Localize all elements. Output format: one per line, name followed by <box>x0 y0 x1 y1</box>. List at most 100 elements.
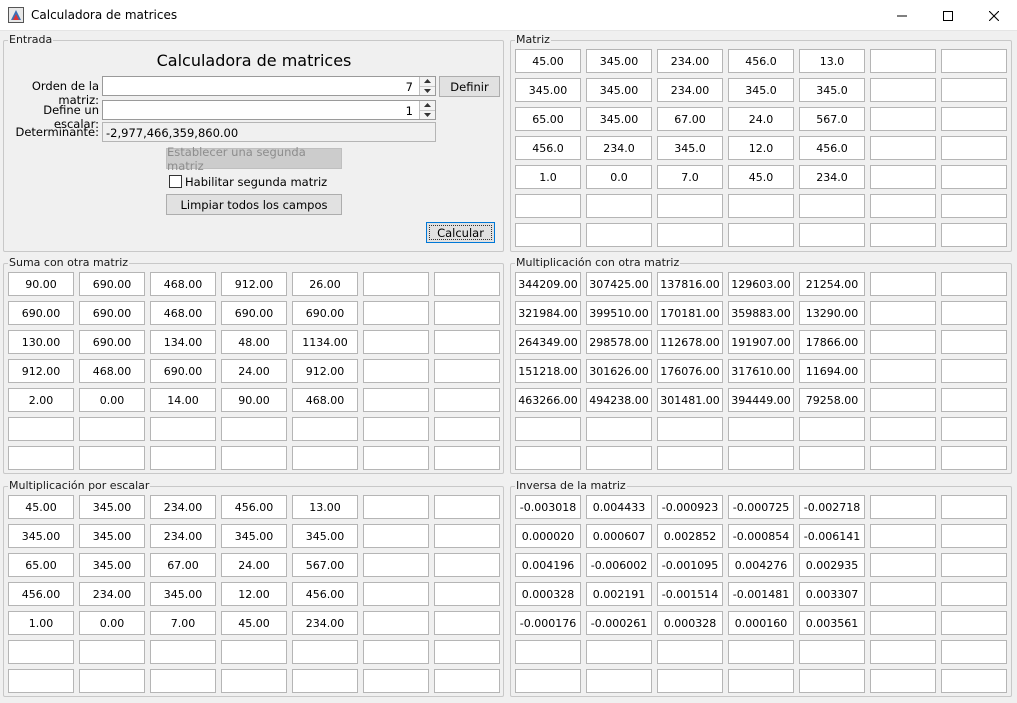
escalar-cell[interactable]: 45.00 <box>221 611 287 635</box>
suma-cell[interactable] <box>363 272 429 296</box>
matriz-cell[interactable]: 345.0 <box>728 78 794 102</box>
suma-cell[interactable]: 48.00 <box>221 330 287 354</box>
matriz-cell[interactable] <box>941 78 1007 102</box>
multiplicacion-cell[interactable]: 79258.00 <box>799 388 865 412</box>
multiplicacion-cell[interactable]: 13290.00 <box>799 301 865 325</box>
escalar-cell[interactable]: 7.00 <box>150 611 216 635</box>
suma-cell[interactable] <box>150 446 216 470</box>
inversa-cell[interactable] <box>870 669 936 693</box>
inversa-cell[interactable] <box>941 640 1007 664</box>
matriz-cell[interactable] <box>870 194 936 218</box>
inversa-cell[interactable] <box>515 669 581 693</box>
multiplicacion-cell[interactable]: 17866.00 <box>799 330 865 354</box>
escalar-cell[interactable]: 24.00 <box>221 553 287 577</box>
escalar-cell[interactable] <box>150 669 216 693</box>
escalar-cell[interactable]: 234.00 <box>150 495 216 519</box>
minimize-button[interactable] <box>879 0 925 31</box>
inversa-cell[interactable]: 0.000160 <box>728 611 794 635</box>
matriz-cell[interactable]: 567.0 <box>799 107 865 131</box>
multiplicacion-cell[interactable] <box>870 272 936 296</box>
suma-cell[interactable] <box>363 301 429 325</box>
matriz-cell[interactable]: 345.00 <box>515 78 581 102</box>
escalar-cell[interactable]: 567.00 <box>292 553 358 577</box>
suma-cell[interactable]: 1134.00 <box>292 330 358 354</box>
multiplicacion-cell[interactable] <box>799 417 865 441</box>
matriz-cell[interactable] <box>515 223 581 247</box>
inversa-cell[interactable]: -0.000261 <box>586 611 652 635</box>
multiplicacion-cell[interactable]: 151218.00 <box>515 359 581 383</box>
inversa-cell[interactable]: -0.000923 <box>657 495 723 519</box>
multiplicacion-cell[interactable]: 344209.00 <box>515 272 581 296</box>
suma-cell[interactable]: 468.00 <box>150 301 216 325</box>
matriz-cell[interactable]: 345.00 <box>586 107 652 131</box>
inversa-cell[interactable]: 0.000328 <box>657 611 723 635</box>
escalar-cell[interactable]: 65.00 <box>8 553 74 577</box>
escalar-cell[interactable]: 456.00 <box>221 495 287 519</box>
multiplicacion-cell[interactable]: 399510.00 <box>586 301 652 325</box>
suma-cell[interactable]: 468.00 <box>150 272 216 296</box>
inversa-cell[interactable]: 0.002935 <box>799 553 865 577</box>
escalar-cell[interactable]: 13.00 <box>292 495 358 519</box>
escalar-cell[interactable] <box>8 669 74 693</box>
multiplicacion-cell[interactable]: 176076.00 <box>657 359 723 383</box>
escalar-cell[interactable] <box>292 669 358 693</box>
inversa-cell[interactable] <box>870 553 936 577</box>
multiplicacion-cell[interactable] <box>515 446 581 470</box>
escalar-cell[interactable]: 345.00 <box>292 524 358 548</box>
suma-cell[interactable]: 90.00 <box>8 272 74 296</box>
matriz-cell[interactable]: 345.00 <box>586 78 652 102</box>
suma-cell[interactable]: 90.00 <box>221 388 287 412</box>
inversa-cell[interactable]: 0.004433 <box>586 495 652 519</box>
multiplicacion-cell[interactable]: 11694.00 <box>799 359 865 383</box>
matriz-cell[interactable]: 24.0 <box>728 107 794 131</box>
multiplicacion-cell[interactable] <box>870 446 936 470</box>
matriz-cell[interactable]: 0.0 <box>586 165 652 189</box>
escalar-cell[interactable]: 345.00 <box>8 524 74 548</box>
multiplicacion-cell[interactable]: 317610.00 <box>728 359 794 383</box>
matriz-cell[interactable]: 1.0 <box>515 165 581 189</box>
suma-cell[interactable] <box>79 417 145 441</box>
multiplicacion-cell[interactable]: 321984.00 <box>515 301 581 325</box>
matriz-cell[interactable] <box>941 107 1007 131</box>
inversa-cell[interactable]: -0.001095 <box>657 553 723 577</box>
suma-cell[interactable] <box>363 417 429 441</box>
inversa-cell[interactable]: 0.003561 <box>799 611 865 635</box>
multiplicacion-cell[interactable]: 112678.00 <box>657 330 723 354</box>
matriz-cell[interactable]: 345.00 <box>586 49 652 73</box>
inversa-cell[interactable] <box>941 611 1007 635</box>
suma-cell[interactable] <box>363 388 429 412</box>
suma-cell[interactable] <box>434 301 500 325</box>
multiplicacion-cell[interactable] <box>941 330 1007 354</box>
inversa-cell[interactable]: 0.003307 <box>799 582 865 606</box>
inversa-cell[interactable] <box>728 640 794 664</box>
suma-cell[interactable] <box>292 417 358 441</box>
inversa-cell[interactable] <box>870 495 936 519</box>
suma-cell[interactable] <box>8 417 74 441</box>
matriz-cell[interactable]: 13.0 <box>799 49 865 73</box>
multiplicacion-cell[interactable] <box>728 446 794 470</box>
escalar-cell[interactable] <box>363 611 429 635</box>
matriz-cell[interactable] <box>799 194 865 218</box>
calculate-button[interactable]: Calcular <box>426 222 495 243</box>
multiplicacion-cell[interactable]: 298578.00 <box>586 330 652 354</box>
inversa-cell[interactable]: 0.002191 <box>586 582 652 606</box>
suma-cell[interactable] <box>434 330 500 354</box>
inversa-cell[interactable] <box>941 524 1007 548</box>
multiplicacion-cell[interactable] <box>799 446 865 470</box>
escalar-cell[interactable]: 345.00 <box>150 582 216 606</box>
matriz-cell[interactable] <box>799 223 865 247</box>
inversa-cell[interactable] <box>799 669 865 693</box>
matriz-cell[interactable] <box>515 194 581 218</box>
inversa-cell[interactable]: -0.001481 <box>728 582 794 606</box>
escalar-cell[interactable] <box>363 669 429 693</box>
define-button[interactable]: Definir <box>439 76 500 97</box>
escalar-cell[interactable]: 67.00 <box>150 553 216 577</box>
matriz-cell[interactable]: 456.0 <box>799 136 865 160</box>
escalar-cell[interactable]: 12.00 <box>221 582 287 606</box>
suma-cell[interactable]: 690.00 <box>221 301 287 325</box>
inversa-cell[interactable] <box>941 669 1007 693</box>
suma-cell[interactable]: 912.00 <box>221 272 287 296</box>
matriz-cell[interactable] <box>941 165 1007 189</box>
suma-cell[interactable] <box>8 446 74 470</box>
inversa-cell[interactable] <box>941 582 1007 606</box>
